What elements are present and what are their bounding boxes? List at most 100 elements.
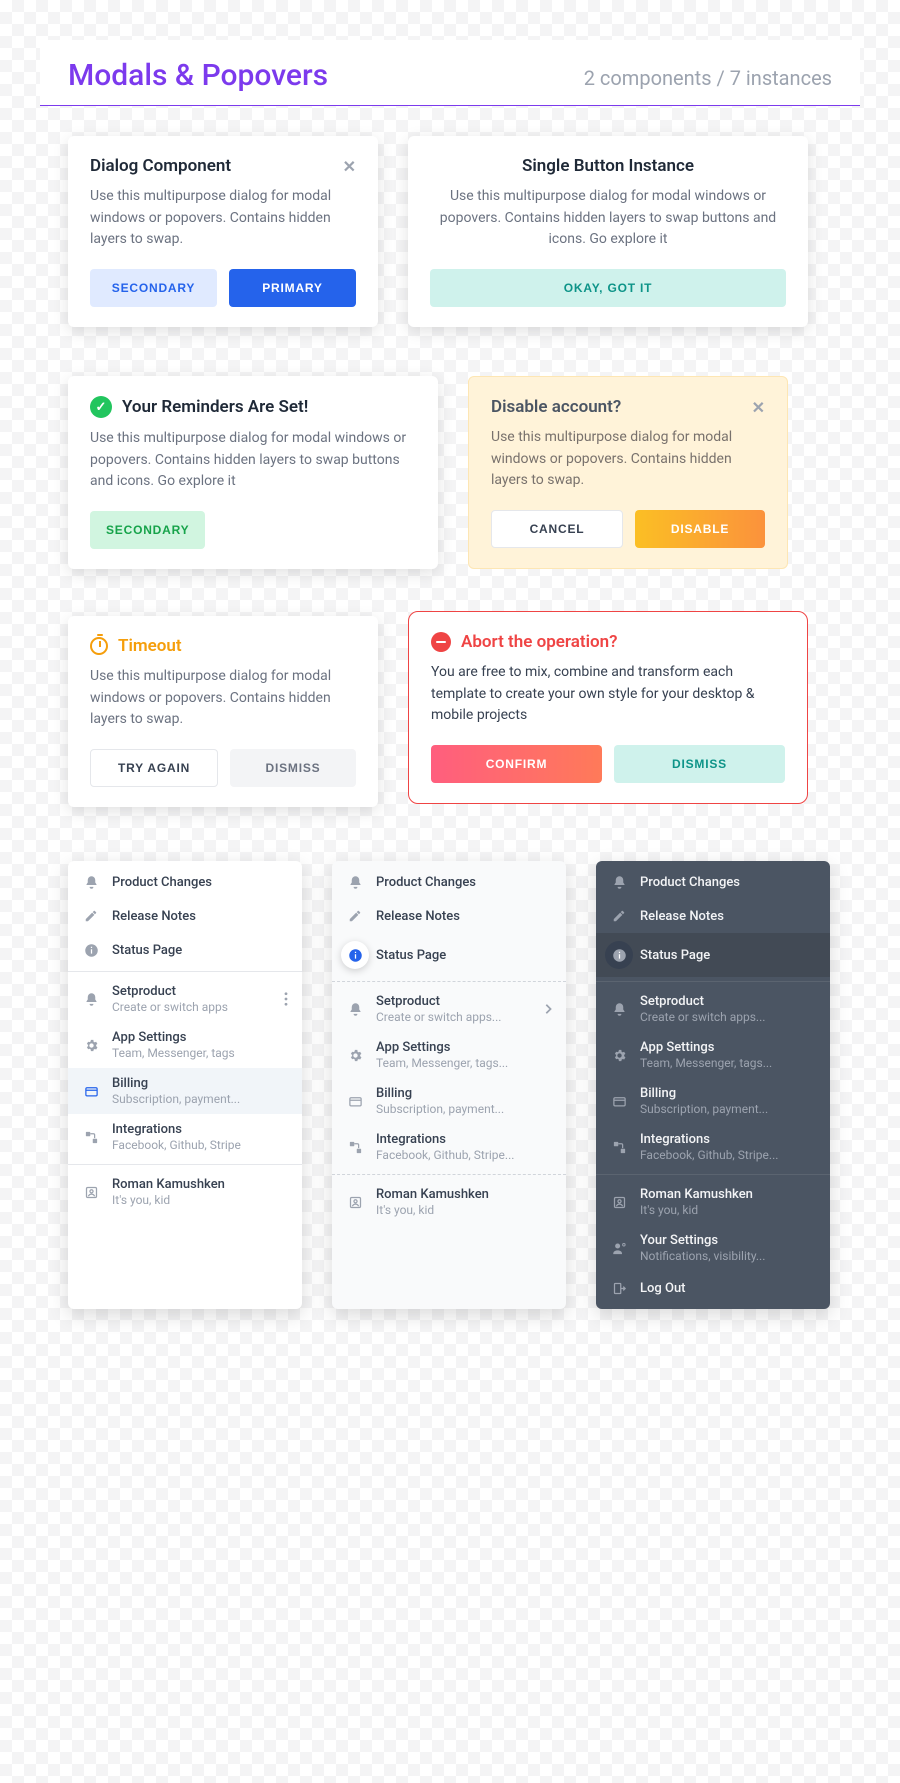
edit-icon: [82, 907, 100, 925]
disable-account-card: Disable account? ✕ Use this multipurpose…: [468, 376, 788, 569]
menu-item-label: Status Page: [112, 943, 288, 958]
user-icon: [610, 1193, 628, 1211]
cancel-button[interactable]: Cancel: [491, 510, 623, 548]
ok-button[interactable]: Okay, got it: [430, 269, 786, 307]
menu-item-subtitle: Create or switch apps...: [640, 1010, 816, 1024]
menu-item-billing[interactable]: BillingSubscription, payment...: [68, 1068, 302, 1114]
menu-item-subtitle: Subscription, payment...: [376, 1102, 552, 1116]
menu-item-status-page[interactable]: Status Page: [68, 933, 302, 967]
dialog-component-card: Dialog Component ✕ Use this multipurpose…: [68, 136, 378, 327]
card-icon: [82, 1082, 100, 1100]
user-icon: [82, 1183, 100, 1201]
bell-icon: [610, 873, 628, 891]
menu-item-label: Your Settings: [640, 1233, 816, 1248]
menu-item-integrations[interactable]: IntegrationsFacebook, Github, Stripe...: [596, 1124, 830, 1170]
menu-item-label: App Settings: [640, 1040, 816, 1055]
menu-item-roman-kamushken[interactable]: Roman KamushkenIt's you, kid: [68, 1169, 302, 1215]
close-icon[interactable]: ✕: [752, 398, 765, 417]
card-icon: [610, 1092, 628, 1110]
menu-item-product-changes[interactable]: Product Changes: [332, 865, 566, 899]
menu-item-label: Setproduct: [640, 994, 816, 1009]
menu-item-label: Status Page: [376, 948, 552, 963]
menu-item-app-settings[interactable]: App SettingsTeam, Messenger, tags: [68, 1022, 302, 1068]
menu-item-integrations[interactable]: IntegrationsFacebook, Github, Stripe: [68, 1114, 302, 1160]
menu-item-label: Roman Kamushken: [376, 1187, 552, 1202]
menu-item-setproduct[interactable]: SetproductCreate or switch apps: [68, 976, 302, 1022]
menu-item-roman-kamushken[interactable]: Roman KamushkenIt's you, kid: [332, 1179, 566, 1225]
menu-item-label: Release Notes: [640, 909, 816, 924]
bell-icon: [346, 1000, 364, 1018]
menu-item-integrations[interactable]: IntegrationsFacebook, Github, Stripe...: [332, 1124, 566, 1170]
chevron-right-icon: [544, 1003, 552, 1015]
abort-desc: You are free to mix, combine and transfo…: [431, 662, 785, 727]
bell-icon: [346, 873, 364, 891]
bell-icon: [82, 873, 100, 891]
menu-item-label: Log Out: [640, 1281, 816, 1296]
menu-item-label: Release Notes: [376, 909, 552, 924]
menu-item-product-changes[interactable]: Product Changes: [596, 865, 830, 899]
gear-icon: [82, 1036, 100, 1054]
menu-item-subtitle: Team, Messenger, tags: [112, 1046, 288, 1060]
menu-item-subtitle: Create or switch apps...: [376, 1010, 532, 1024]
more-icon[interactable]: [284, 992, 288, 1006]
close-icon[interactable]: ✕: [343, 157, 356, 176]
dialog-title: Dialog Component: [90, 156, 231, 176]
menu-item-product-changes[interactable]: Product Changes: [68, 865, 302, 899]
abort-card: Abort the operation? You are free to mix…: [408, 611, 808, 804]
edit-icon: [346, 907, 364, 925]
menu-item-label: Billing: [376, 1086, 552, 1101]
gear-icon: [346, 1046, 364, 1064]
primary-button[interactable]: Primary: [229, 269, 356, 307]
menu-item-billing[interactable]: BillingSubscription, payment...: [596, 1078, 830, 1124]
menu-item-subtitle: Facebook, Github, Stripe...: [376, 1148, 552, 1162]
menu-item-status-page[interactable]: Status Page: [596, 933, 830, 977]
menu-item-release-notes[interactable]: Release Notes: [68, 899, 302, 933]
menu-item-roman-kamushken[interactable]: Roman KamushkenIt's you, kid: [596, 1179, 830, 1225]
menu-item-subtitle: Create or switch apps: [112, 1000, 272, 1014]
menu-item-subtitle: It's you, kid: [640, 1203, 816, 1217]
menu-item-label: Integrations: [640, 1132, 816, 1147]
menu-item-your-settings[interactable]: Your SettingsNotifications, visibility..…: [596, 1225, 830, 1271]
disable-button[interactable]: Disable: [635, 510, 765, 548]
info-icon: [610, 946, 628, 964]
edit-icon: [610, 907, 628, 925]
menu-item-label: Setproduct: [112, 984, 272, 999]
menu-item-label: Product Changes: [640, 875, 816, 890]
menu-item-billing[interactable]: BillingSubscription, payment...: [332, 1078, 566, 1124]
menu-item-release-notes[interactable]: Release Notes: [332, 899, 566, 933]
dismiss-button[interactable]: Dismiss: [230, 749, 356, 787]
menu-item-log-out[interactable]: Log Out: [596, 1271, 830, 1305]
logout-icon: [610, 1279, 628, 1297]
menu-item-status-page[interactable]: Status Page: [332, 933, 566, 977]
stop-icon: [431, 632, 451, 652]
disable-title: Disable account?: [491, 397, 621, 417]
menu-item-subtitle: It's you, kid: [376, 1203, 552, 1217]
abort-title: Abort the operation?: [461, 632, 617, 652]
popover-menu-light: Product Changes Release Notes Status Page S…: [68, 861, 302, 1309]
menu-item-release-notes[interactable]: Release Notes: [596, 899, 830, 933]
menu-item-subtitle: Facebook, Github, Stripe...: [640, 1148, 816, 1162]
menu-item-label: Release Notes: [112, 909, 288, 924]
try-again-button[interactable]: Try Again: [90, 749, 218, 787]
menu-item-setproduct[interactable]: SetproductCreate or switch apps...: [596, 986, 830, 1032]
flow-icon: [82, 1128, 100, 1146]
flow-icon: [346, 1138, 364, 1156]
menu-item-label: Billing: [640, 1086, 816, 1101]
menu-item-subtitle: Facebook, Github, Stripe: [112, 1138, 288, 1152]
menu-item-label: Product Changes: [376, 875, 552, 890]
menu-item-subtitle: Team, Messenger, tags...: [376, 1056, 552, 1070]
popover-menu-alt: Product Changes Release Notes Status Page S…: [332, 861, 566, 1309]
menu-item-subtitle: Team, Messenger, tags...: [640, 1056, 816, 1070]
menu-item-setproduct[interactable]: SetproductCreate or switch apps...: [332, 986, 566, 1032]
card-icon: [346, 1092, 364, 1110]
dismiss-button[interactable]: Dismiss: [614, 745, 785, 783]
menu-item-app-settings[interactable]: App SettingsTeam, Messenger, tags...: [596, 1032, 830, 1078]
menu-item-app-settings[interactable]: App SettingsTeam, Messenger, tags...: [332, 1032, 566, 1078]
secondary-button[interactable]: Secondary: [90, 269, 217, 307]
timeout-title: Timeout: [118, 636, 182, 656]
menu-item-label: Billing: [112, 1076, 288, 1091]
secondary-button[interactable]: Secondary: [90, 511, 205, 549]
menu-item-label: App Settings: [112, 1030, 288, 1045]
bell-icon: [82, 990, 100, 1008]
confirm-button[interactable]: Confirm: [431, 745, 602, 783]
